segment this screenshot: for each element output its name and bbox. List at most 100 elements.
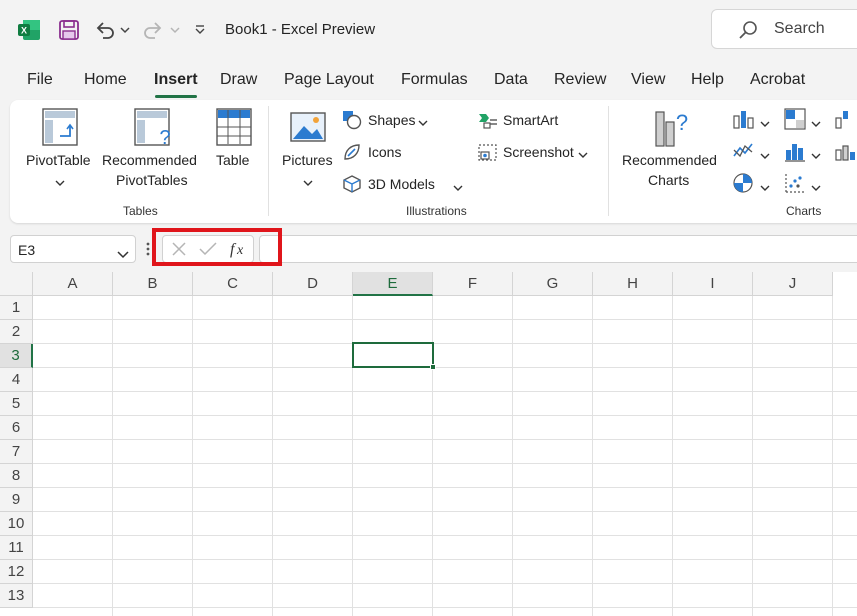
pivottable-label[interactable]: PivotTable [26,150,91,170]
column-header[interactable]: B [113,272,193,296]
screenshot-label[interactable]: Screenshot [503,144,574,160]
column-header[interactable]: F [433,272,513,296]
gridline [33,367,857,368]
more-options-icon[interactable] [146,241,150,262]
tab-home[interactable]: Home [84,71,127,89]
name-box-dropdown-icon[interactable] [117,246,129,264]
pie-chart-icon[interactable] [732,172,754,199]
fill-handle[interactable] [430,364,436,370]
recommended-pivottables-label-1[interactable]: Recommended [102,150,197,170]
tab-file[interactable]: File [27,71,53,89]
tables-group-name: Tables [123,204,158,218]
waterfall-chart-icon[interactable] [834,108,856,135]
row-header[interactable]: 5 [0,392,33,416]
redo-icon[interactable] [142,14,164,46]
charts-group-name: Charts [786,204,822,218]
tab-review[interactable]: Review [554,71,606,89]
screenshot-icon [478,142,498,167]
gridline [33,439,857,440]
smartart-label[interactable]: SmartArt [503,112,558,128]
search-label: Search [774,20,825,37]
name-box-value: E3 [18,242,36,258]
gridline [33,559,857,560]
customize-toolbar-icon[interactable] [194,14,206,46]
gridline [33,583,857,584]
tab-help[interactable]: Help [691,71,724,89]
tab-acrobat[interactable]: Acrobat [750,71,805,89]
row-header[interactable]: 9 [0,488,33,512]
row-header[interactable]: 13 [0,584,33,608]
shapes-dropdown-icon[interactable] [418,114,428,132]
tab-insert[interactable]: Insert [154,71,198,89]
column-header[interactable]: A [33,272,113,296]
select-all-button[interactable] [0,272,33,296]
hierarchy-chart-icon[interactable] [784,108,806,135]
row-header[interactable]: 4 [0,368,33,392]
row-header[interactable]: 7 [0,440,33,464]
3d-models-label[interactable]: 3D Models [368,176,435,192]
search-icon [738,20,758,45]
column-header[interactable]: D [273,272,353,296]
3d-models-icon [342,174,362,199]
tab-page-layout[interactable]: Page Layout [284,71,374,89]
recommended-charts-label-2[interactable]: Charts [648,170,689,190]
redo-dropdown-icon[interactable] [170,14,180,46]
shapes-label[interactable]: Shapes [368,112,415,128]
save-icon[interactable] [58,14,80,46]
recommended-charts-label-1[interactable]: Recommended [622,150,717,170]
statistic-chart-dropdown-icon[interactable] [811,147,821,165]
table-label[interactable]: Table [216,150,249,170]
3d-models-dropdown-icon[interactable] [453,179,463,197]
formula-bar: E3 fx [0,230,857,266]
tab-data[interactable]: Data [494,71,528,89]
pie-chart-dropdown-icon[interactable] [760,179,770,197]
statistic-chart-icon[interactable] [784,140,806,167]
tab-draw[interactable]: Draw [220,71,257,89]
line-chart-icon[interactable] [732,140,754,167]
row-header[interactable]: 12 [0,560,33,584]
worksheet-grid[interactable]: A B C D E F G H I J 1 2 3 4 5 6 7 8 9 10 11 12 13 [0,272,857,616]
column-header[interactable]: H [593,272,673,296]
scatter-chart-dropdown-icon[interactable] [811,179,821,197]
undo-icon[interactable] [94,14,116,46]
screenshot-dropdown-icon[interactable] [578,146,588,164]
ribbon-tabs: File Home Insert Draw Page Layout Formul… [0,66,857,98]
row-header[interactable]: 3 [0,344,33,368]
window-title: Book1 - Excel Preview [225,21,376,38]
hierarchy-chart-dropdown-icon[interactable] [811,115,821,133]
pictures-label[interactable]: Pictures [282,150,333,170]
row-header[interactable]: 2 [0,320,33,344]
column-header[interactable]: J [753,272,833,296]
row-header[interactable]: 1 [0,296,33,320]
recommended-pivottables-label-2[interactable]: PivotTables [116,170,188,190]
active-cell[interactable] [352,342,436,370]
row-header[interactable]: 10 [0,512,33,536]
gridline [33,415,857,416]
column-header[interactable]: E [353,272,433,296]
gridline [33,511,857,512]
column-chart-icon[interactable] [732,108,754,135]
pictures-dropdown-icon[interactable] [303,174,313,192]
gridline [33,319,857,320]
column-chart-dropdown-icon[interactable] [760,115,770,133]
gridline [752,296,753,616]
scatter-chart-icon[interactable] [784,172,806,199]
formula-input[interactable] [259,235,857,263]
line-chart-dropdown-icon[interactable] [760,147,770,165]
row-header[interactable]: 8 [0,464,33,488]
search-box[interactable]: Search [711,9,857,49]
pivottable-dropdown-icon[interactable] [55,174,65,192]
undo-dropdown-icon[interactable] [120,14,130,46]
tab-formulas[interactable]: Formulas [401,71,468,89]
row-header[interactable]: 11 [0,536,33,560]
icons-label[interactable]: Icons [368,144,401,160]
column-header[interactable]: I [673,272,753,296]
combo-chart-icon[interactable] [834,140,856,167]
column-header[interactable]: C [193,272,273,296]
column-header[interactable]: G [513,272,593,296]
pictures-icon [290,112,326,147]
row-header[interactable]: 6 [0,416,33,440]
name-box[interactable]: E3 [10,235,136,263]
ribbon-insert: PivotTable ? Recommended PivotTables Tab… [10,100,857,223]
tab-view[interactable]: View [631,71,665,89]
